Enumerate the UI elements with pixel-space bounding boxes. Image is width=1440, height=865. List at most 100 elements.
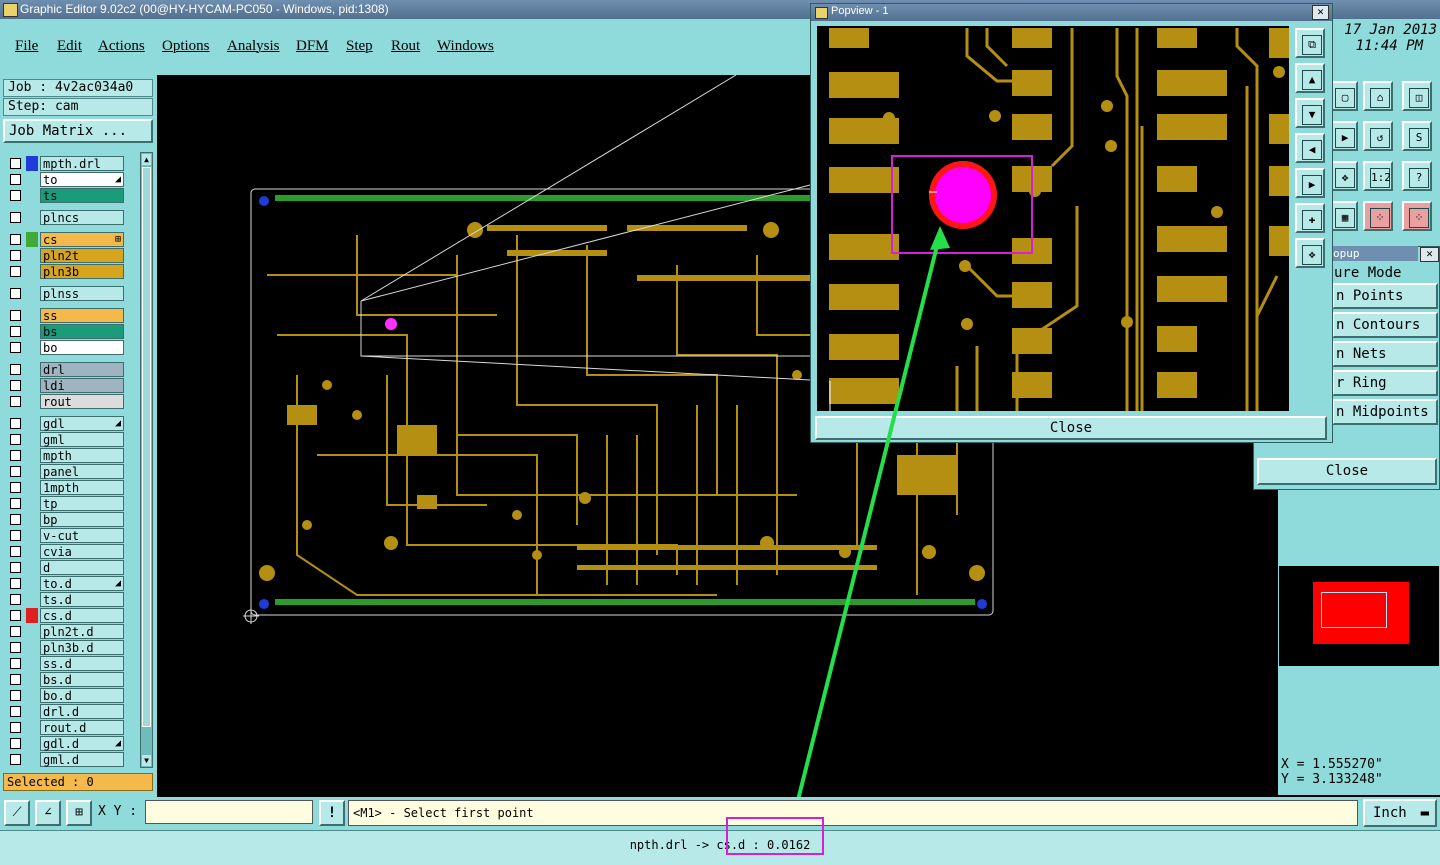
layer-color-swatch[interactable]	[26, 736, 38, 751]
layer-checkbox[interactable]	[10, 498, 21, 509]
layer-checkbox[interactable]	[10, 690, 21, 701]
layer-name[interactable]: bp	[40, 512, 124, 527]
layer-checkbox[interactable]	[10, 626, 21, 637]
snap-item-contours[interactable]: n Contours	[1332, 312, 1438, 338]
layer-name[interactable]: ss	[40, 308, 124, 323]
layer-row-mpth-drl[interactable]: mpth.drl	[6, 156, 124, 171]
layer-color-swatch[interactable]	[26, 480, 38, 495]
job-matrix-button[interactable]: Job Matrix ...	[3, 119, 153, 143]
layer-color-swatch[interactable]	[26, 378, 38, 393]
layer-row-pln3b[interactable]: pln3b	[6, 264, 124, 279]
layer-color-swatch[interactable]	[26, 248, 38, 263]
layer-name[interactable]: cvia	[40, 544, 124, 559]
tool-split[interactable]: ◫	[1402, 81, 1432, 111]
menu-step[interactable]: Step	[346, 38, 373, 55]
layer-color-swatch[interactable]	[26, 688, 38, 703]
layer-checkbox[interactable]	[10, 466, 21, 477]
layer-checkbox[interactable]	[10, 530, 21, 541]
layer-row-bs[interactable]: bs	[6, 324, 124, 339]
xy-input[interactable]	[145, 800, 313, 824]
layer-checkbox[interactable]	[10, 174, 21, 185]
layer-checkbox[interactable]	[10, 722, 21, 733]
snap-item-nets[interactable]: n Nets	[1332, 341, 1438, 367]
snap-popup-close-icon[interactable]: ✕	[1420, 247, 1439, 262]
layer-row-cvia[interactable]: cvia	[6, 544, 124, 559]
snap-item-midpoints[interactable]: n Midpoints	[1332, 399, 1438, 425]
measure-angle-button[interactable]: ∠	[35, 800, 61, 826]
layer-name[interactable]: drl	[40, 362, 124, 377]
layer-name[interactable]: bo.d	[40, 688, 124, 703]
scroll-up-icon[interactable]: ▲	[142, 154, 151, 165]
layer-color-swatch[interactable]	[26, 640, 38, 655]
popview-tool-5[interactable]: ▶	[1295, 168, 1325, 198]
layer-color-swatch[interactable]	[26, 286, 38, 301]
layer-name[interactable]: mpth.drl	[40, 156, 124, 171]
layer-row-cs[interactable]: cs ⊞	[6, 232, 124, 247]
layer-color-swatch[interactable]	[26, 544, 38, 559]
layer-checkbox[interactable]	[10, 418, 21, 429]
layer-checkbox[interactable]	[10, 266, 21, 277]
popview-canvas[interactable]	[817, 26, 1289, 411]
layer-checkbox[interactable]	[10, 212, 21, 223]
layer-name[interactable]: panel	[40, 464, 124, 479]
tool-scale[interactable]: 1:2	[1363, 161, 1393, 191]
layer-color-swatch[interactable]	[26, 156, 38, 171]
layer-checkbox[interactable]	[10, 754, 21, 765]
layer-row-gml-d[interactable]: gml.d	[6, 752, 124, 767]
layer-checkbox[interactable]	[10, 674, 21, 685]
layer-checkbox[interactable]	[10, 514, 21, 525]
layer-color-swatch[interactable]	[26, 324, 38, 339]
layer-row-bs-d[interactable]: bs.d	[6, 672, 124, 687]
snap-close-button[interactable]: Close	[1257, 458, 1437, 485]
layer-name[interactable]: d	[40, 560, 124, 575]
layer-row-to-d[interactable]: to.d ◢	[6, 576, 124, 591]
layer-checkbox[interactable]	[10, 364, 21, 375]
layer-name[interactable]: v-cut	[40, 528, 124, 543]
tool-net-a[interactable]: ⁘	[1363, 201, 1393, 231]
layer-row-ts[interactable]: ts	[6, 188, 124, 203]
layer-name[interactable]: rout	[40, 394, 124, 409]
layer-checkbox[interactable]	[10, 578, 21, 589]
layer-row-ldi[interactable]: ldi	[6, 378, 124, 393]
layer-color-swatch[interactable]	[26, 188, 38, 203]
layer-row-plncs[interactable]: plncs	[6, 210, 124, 225]
layer-row-v-cut[interactable]: v-cut	[6, 528, 124, 543]
layer-name[interactable]: pln3b.d	[40, 640, 124, 655]
tool-mirror[interactable]: S	[1402, 121, 1432, 151]
layer-color-swatch[interactable]	[26, 394, 38, 409]
layer-name[interactable]: to	[40, 172, 124, 187]
layer-color-swatch[interactable]	[26, 608, 38, 623]
layer-checkbox[interactable]	[10, 310, 21, 321]
layer-color-swatch[interactable]	[26, 362, 38, 377]
layer-row-to[interactable]: to ◢	[6, 172, 124, 187]
layer-color-swatch[interactable]	[26, 528, 38, 543]
layer-name[interactable]: plnss	[40, 286, 124, 301]
layer-row-bo-d[interactable]: bo.d	[6, 688, 124, 703]
alert-button[interactable]: !	[319, 800, 345, 826]
layer-checkbox[interactable]	[10, 288, 21, 299]
layer-row-tp[interactable]: tp	[6, 496, 124, 511]
layer-row-ss[interactable]: ss	[6, 308, 124, 323]
layer-checkbox[interactable]	[10, 562, 21, 573]
layer-row-drl[interactable]: drl	[6, 362, 124, 377]
layer-checkbox[interactable]	[10, 546, 21, 557]
layer-row-bo[interactable]: bo	[6, 340, 124, 355]
layer-name[interactable]: ldi	[40, 378, 124, 393]
layer-name[interactable]: bs.d	[40, 672, 124, 687]
menu-file[interactable]: File	[15, 38, 38, 55]
layer-name[interactable]: mpth	[40, 448, 124, 463]
layer-row-1mpth[interactable]: 1mpth	[6, 480, 124, 495]
popview-tool-4[interactable]: ◀	[1295, 133, 1325, 163]
layer-color-swatch[interactable]	[26, 172, 38, 187]
snap-item-ring[interactable]: r Ring	[1332, 370, 1438, 396]
layer-color-swatch[interactable]	[26, 704, 38, 719]
layer-name[interactable]: cs	[40, 232, 124, 247]
layer-name[interactable]: to.d	[40, 576, 124, 591]
layer-color-swatch[interactable]	[26, 464, 38, 479]
tool-net-b[interactable]: ⁘	[1402, 201, 1432, 231]
layer-checkbox[interactable]	[10, 380, 21, 391]
layer-checkbox[interactable]	[10, 158, 21, 169]
layer-name[interactable]: ts.d	[40, 592, 124, 607]
layer-name[interactable]: pln2t.d	[40, 624, 124, 639]
layer-color-swatch[interactable]	[26, 264, 38, 279]
